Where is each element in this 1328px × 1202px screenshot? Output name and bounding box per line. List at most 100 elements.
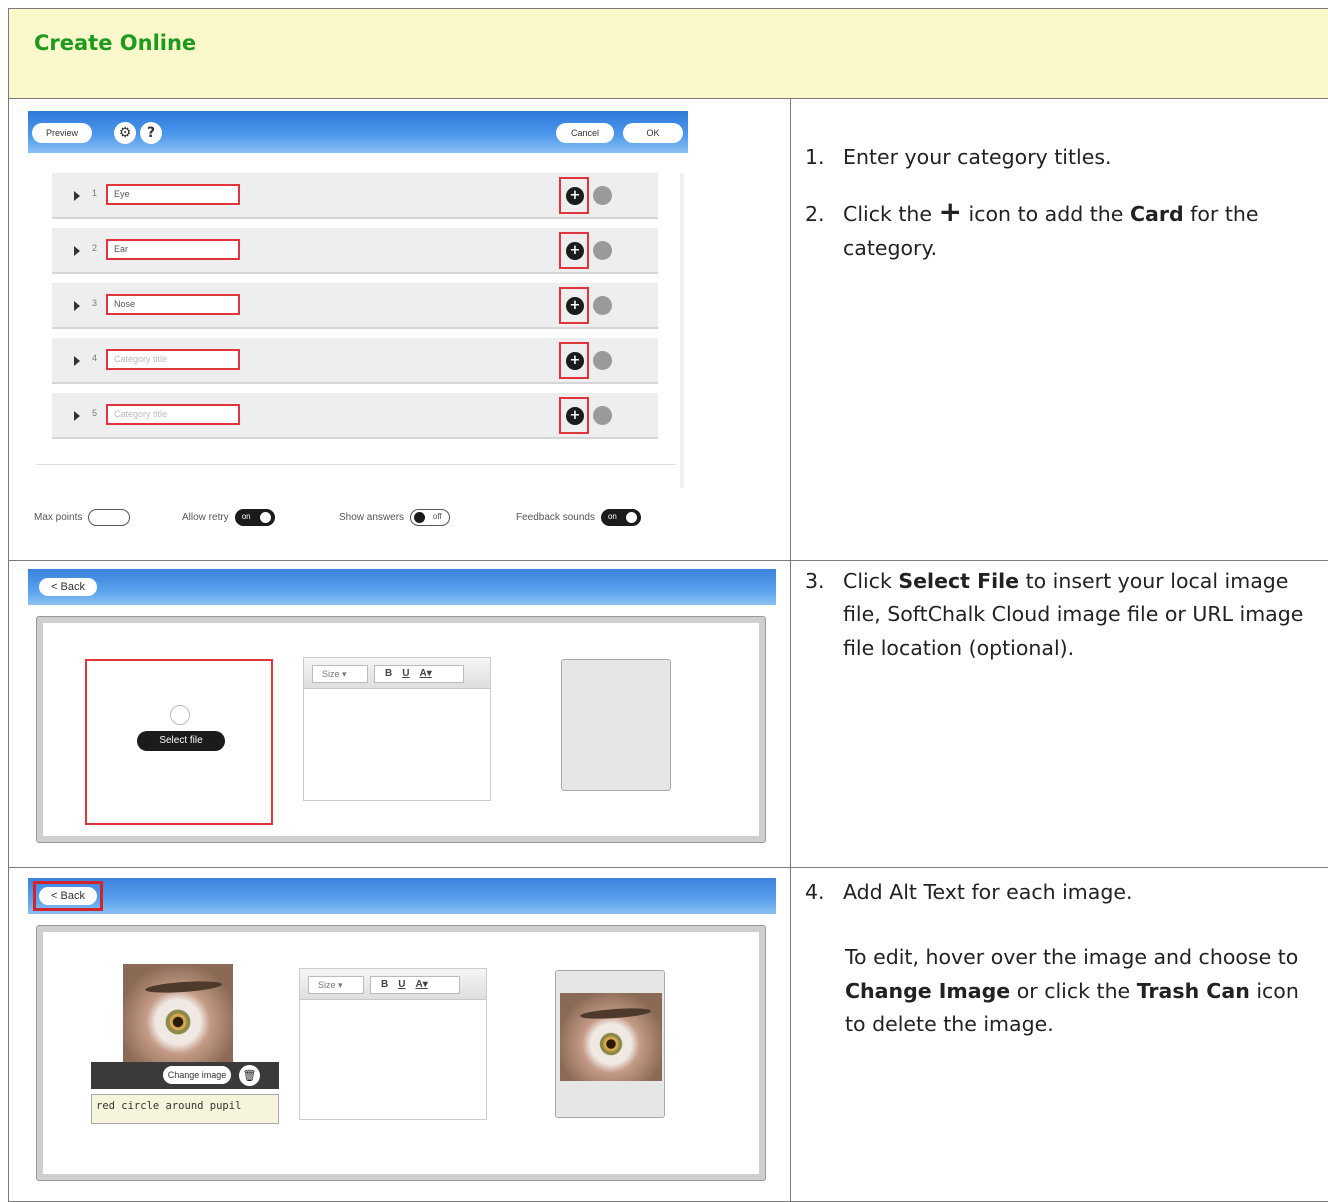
add-card-highlight: + (559, 232, 589, 269)
header-cell: Create Online (9, 9, 1328, 99)
screenshot-cell-3: < Back Change image 🗑 red circle around … (9, 868, 791, 1202)
category-editor-screenshot: Preview ⚙ ? Cancel OK 1 Eye + (28, 111, 688, 535)
delete-row-icon[interactable] (593, 296, 612, 315)
text-editor[interactable]: Size ▾ B U A▾ (299, 968, 487, 1120)
back-button[interactable]: < Back (39, 578, 97, 596)
category-row: 4 Category title + (52, 338, 658, 384)
plus-icon[interactable]: + (566, 407, 584, 425)
alt-text-screenshot: < Back Change image 🗑 red circle around … (28, 878, 776, 1198)
card-panel: Select file Size ▾ B U A▾ (43, 623, 759, 836)
instruction-cell-3: 4. Add Alt Text for each image. To edit,… (791, 868, 1328, 1202)
expand-arrow-icon[interactable] (74, 356, 80, 366)
category-title-input[interactable]: Ear (106, 239, 240, 260)
show-answers-label: Show answers (339, 512, 404, 523)
eye-preview-image (560, 993, 662, 1081)
max-points-label: Max points (34, 512, 82, 523)
help-icon[interactable]: ? (140, 122, 162, 144)
max-points-input[interactable] (88, 509, 130, 526)
eye-image[interactable] (123, 964, 233, 1064)
select-file-screenshot: < Back Select file Size ▾ B (28, 569, 776, 859)
category-row: 2 Ear + (52, 228, 658, 274)
add-card-highlight: + (559, 287, 589, 324)
plus-icon[interactable]: + (566, 297, 584, 315)
add-card-highlight: + (559, 342, 589, 379)
step-4-detail: To edit, hover over the image and choose… (805, 941, 1316, 1041)
plus-icon[interactable]: + (566, 242, 584, 260)
delete-row-icon[interactable] (593, 351, 612, 370)
category-row: 3 Nose + (52, 283, 658, 329)
image-dropzone[interactable]: Select file (85, 659, 273, 825)
bold-button[interactable]: B (385, 668, 392, 682)
instruction-cell-2: 3. Click Select File to insert your loca… (791, 561, 1328, 868)
step-1: 1. Enter your category titles. (805, 141, 1316, 174)
card-preview (561, 659, 671, 791)
page-title: Create Online (34, 31, 196, 55)
step-2: 2. Click the + icon to add the Card for … (805, 198, 1316, 265)
text-editor[interactable]: Size ▾ B U A▾ (303, 657, 491, 801)
scrollbar[interactable] (680, 173, 684, 488)
card-frame: Change image 🗑 red circle around pupil S… (36, 925, 766, 1181)
category-title-input[interactable]: Category title (106, 404, 240, 425)
editor-toolbar: Preview ⚙ ? Cancel OK (28, 111, 688, 153)
row-number: 3 (92, 298, 97, 308)
editor-toolbar: Size ▾ B U A▾ (300, 969, 486, 1000)
trash-icon[interactable]: 🗑 (239, 1065, 260, 1086)
image-icon (170, 705, 190, 725)
allow-retry-label: Allow retry (182, 512, 229, 523)
font-color-button[interactable]: A▾ (415, 979, 427, 993)
category-list: 1 Eye + 2 Ear + 3 No (36, 165, 676, 465)
instruction-cell-1: 1. Enter your category titles. 2. Click … (791, 99, 1328, 561)
screenshot-cell-1: Preview ⚙ ? Cancel OK 1 Eye + (9, 99, 791, 561)
card-toolbar: < Back (28, 569, 776, 605)
preview-button[interactable]: Preview (32, 123, 92, 143)
row-number: 2 (92, 243, 97, 253)
underline-button[interactable]: U (398, 979, 405, 993)
expand-arrow-icon[interactable] (74, 191, 80, 201)
instruction-table: Create Online Preview ⚙ ? Cancel OK 1 Ey… (8, 8, 1328, 1202)
underline-button[interactable]: U (402, 668, 409, 682)
feedback-sounds-toggle[interactable]: on (601, 509, 641, 526)
category-row: 1 Eye + (52, 173, 658, 219)
ok-button[interactable]: OK (623, 123, 683, 143)
category-title-input[interactable]: Eye (106, 184, 240, 205)
category-title-input[interactable]: Nose (106, 294, 240, 315)
plus-icon[interactable]: + (566, 352, 584, 370)
screenshot-cell-2: < Back Select file Size ▾ B (9, 561, 791, 868)
feedback-sounds-label: Feedback sounds (516, 512, 595, 523)
bold-button[interactable]: B (381, 979, 388, 993)
cancel-button[interactable]: Cancel (556, 123, 614, 143)
gear-icon[interactable]: ⚙ (114, 122, 136, 144)
add-card-highlight: + (559, 397, 589, 434)
add-card-highlight: + (559, 177, 589, 214)
step-4: 4. Add Alt Text for each image. (805, 876, 1316, 909)
row-number: 4 (92, 353, 97, 363)
size-dropdown[interactable]: Size ▾ (312, 665, 368, 683)
size-dropdown[interactable]: Size ▾ (308, 976, 364, 994)
plus-icon: + (939, 195, 962, 228)
format-group: B U A▾ (374, 665, 464, 683)
category-row: 5 Category title + (52, 393, 658, 439)
allow-retry-toggle[interactable]: on (235, 509, 275, 526)
plus-icon[interactable]: + (566, 187, 584, 205)
select-file-button[interactable]: Select file (137, 731, 225, 751)
card-preview (555, 970, 665, 1118)
editor-toolbar: Size ▾ B U A▾ (304, 658, 490, 689)
row-number: 1 (92, 188, 97, 198)
delete-row-icon[interactable] (593, 186, 612, 205)
alt-text-input[interactable]: red circle around pupil (91, 1094, 279, 1124)
category-title-input[interactable]: Category title (106, 349, 240, 370)
expand-arrow-icon[interactable] (74, 301, 80, 311)
back-button[interactable]: < Back (39, 887, 97, 905)
show-answers-toggle[interactable]: off (410, 509, 450, 526)
delete-row-icon[interactable] (593, 241, 612, 260)
card-toolbar: < Back (28, 878, 776, 914)
format-group: B U A▾ (370, 976, 460, 994)
expand-arrow-icon[interactable] (74, 411, 80, 421)
font-color-button[interactable]: A▾ (419, 668, 431, 682)
image-hover-bar: Change image 🗑 (91, 1062, 279, 1089)
expand-arrow-icon[interactable] (74, 246, 80, 256)
step-3: 3. Click Select File to insert your loca… (805, 565, 1316, 665)
card-panel: Change image 🗑 red circle around pupil S… (43, 932, 759, 1174)
delete-row-icon[interactable] (593, 406, 612, 425)
change-image-button[interactable]: Change image (163, 1066, 231, 1084)
